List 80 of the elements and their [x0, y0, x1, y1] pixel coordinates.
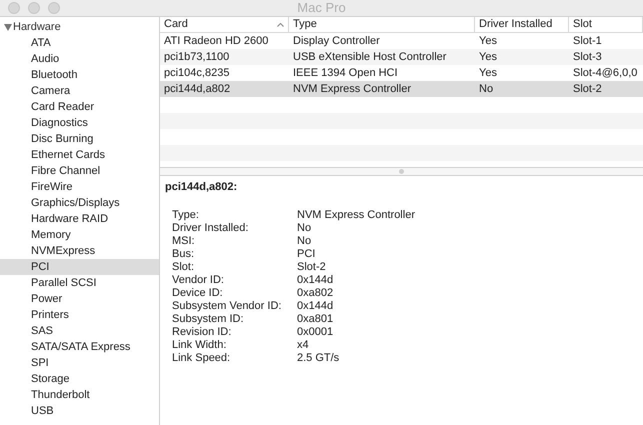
field-label: Link Width: — [172, 338, 228, 353]
sidebar-item[interactable]: ATA — [0, 35, 159, 51]
sidebar-item[interactable]: SAS — [0, 323, 159, 339]
table-cell-text: No — [478, 82, 494, 97]
column-header[interactable]: Driver Installed — [475, 17, 569, 32]
sidebar-item[interactable]: FireWire — [0, 179, 159, 195]
field-value: 0x144d — [297, 272, 334, 288]
field-value: 2.5 GT/s — [297, 350, 340, 366]
table-cell-text: NVM Express Controller — [292, 82, 412, 97]
divider-handle-icon[interactable] — [399, 169, 404, 174]
sidebar-item[interactable]: SPI — [0, 355, 159, 371]
table-row[interactable]: pci144d,a802 NVM Express Controller No Slot-2 — [160, 81, 643, 97]
sidebar-item[interactable]: Fibre Channel — [0, 163, 159, 179]
disclosure-triangle-icon[interactable] — [4, 24, 12, 30]
sidebar-item[interactable]: SATA/SATA Express — [0, 339, 159, 355]
sidebar-item[interactable]: Disc Burning — [0, 131, 159, 147]
sidebar-item[interactable]: Audio — [0, 51, 159, 67]
details-title: pci144d,a802: — [165, 180, 238, 195]
sidebar-item[interactable]: Parallel SCSI — [0, 275, 159, 291]
field-value: Slot-2 — [297, 260, 326, 275]
field-label: MSI: — [172, 234, 196, 249]
field-label: Device ID: — [172, 286, 224, 301]
field-value: x4 — [297, 338, 309, 353]
field-value: 0xa801 — [297, 312, 334, 327]
field-label: Driver Installed: — [172, 220, 250, 236]
table-cell-text: Yes — [478, 50, 498, 65]
sort-caret-icon — [277, 22, 284, 26]
table-cell-text: Display Controller — [292, 34, 381, 49]
sidebar-item[interactable]: Diagnostics — [0, 115, 159, 131]
field-value: No — [297, 220, 312, 236]
sidebar-item[interactable]: Hardware RAID — [0, 211, 159, 227]
table-cell-text: Yes — [478, 66, 498, 81]
sidebar-item[interactable]: Camera — [0, 83, 159, 99]
sidebar-item[interactable]: Thunderbolt — [0, 387, 159, 403]
field-value: No — [297, 234, 312, 249]
table-row[interactable]: pci1b73,1100 USB eXtensible Host Controller Yes Slot-3 — [160, 49, 643, 65]
sidebar-item[interactable]: PCI — [0, 259, 159, 275]
group-label: Hardware — [13, 20, 61, 35]
sidebar-item[interactable]: Card Reader — [0, 99, 159, 115]
sidebar-item[interactable]: Power — [0, 291, 159, 307]
table-cell-text: Slot-3 — [572, 50, 603, 65]
sidebar-item[interactable]: Bluetooth — [0, 67, 159, 83]
table-cell-text: Slot-4@6,0,0 — [572, 66, 638, 81]
field-value: 0x0001 — [297, 324, 334, 340]
sidebar-item[interactable]: Storage — [0, 371, 159, 387]
field-value: PCI — [297, 246, 316, 262]
field-value: NVM Express Controller — [297, 208, 415, 223]
column-header[interactable]: Type — [289, 17, 475, 32]
field-label: Type: — [172, 208, 200, 223]
table-cell-text: USB eXtensible Host Controller — [292, 50, 448, 65]
table-cell-text: pci1b73,1100 — [163, 50, 230, 65]
table-cell-text: Slot-1 — [572, 34, 603, 49]
table-cell-text: Slot-2 — [572, 82, 603, 97]
sidebar-item[interactable]: USB — [0, 403, 159, 419]
table-cell-text: pci144d,a802 — [163, 82, 232, 97]
sidebar-item[interactable]: Printers — [0, 307, 159, 323]
field-label: Link Speed: — [172, 350, 232, 366]
field-label: Vendor ID: — [172, 272, 225, 288]
table-cell-text: pci104c,8235 — [163, 66, 230, 81]
sidebar-group[interactable]: Hardware — [0, 19, 159, 35]
zoom-button[interactable] — [48, 2, 60, 14]
column-header[interactable]: Slot — [569, 17, 643, 32]
field-label: Slot: — [172, 260, 196, 275]
table-cell-text: ATI Radeon HD 2600 — [163, 34, 270, 49]
window-title: Mac Pro — [297, 0, 346, 18]
table-cell-text: Yes — [478, 34, 498, 49]
field-label: Bus: — [172, 246, 196, 262]
sidebar-item[interactable]: NVMExpress — [0, 243, 159, 259]
close-button[interactable] — [8, 2, 20, 14]
column-header[interactable]: Card — [160, 17, 289, 32]
table-cell-text: IEEE 1394 Open HCI — [292, 66, 399, 81]
field-label: Subsystem Vendor ID: — [172, 298, 282, 314]
field-label: Revision ID: — [172, 324, 232, 340]
field-value: 0xa802 — [297, 286, 334, 301]
sidebar-item[interactable]: Graphics/Displays — [0, 195, 159, 211]
sidebar-item[interactable]: Ethernet Cards — [0, 147, 159, 163]
minimize-button[interactable] — [28, 2, 40, 14]
sidebar-item[interactable]: Memory — [0, 227, 159, 243]
field-label: Subsystem ID: — [172, 312, 245, 327]
field-value: 0x144d — [297, 298, 334, 314]
